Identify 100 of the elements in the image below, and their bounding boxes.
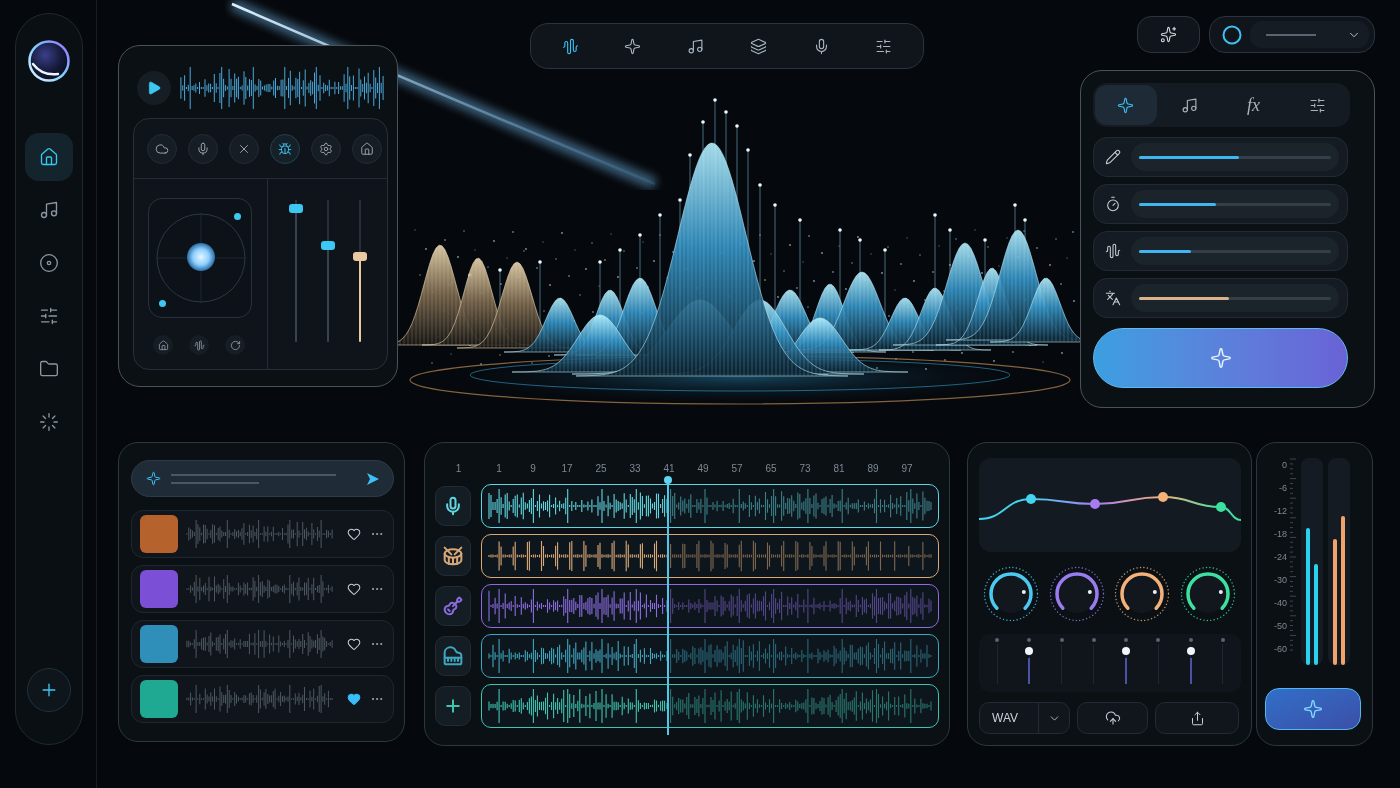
loader-icon: [39, 412, 59, 432]
upload-button[interactable]: [1077, 702, 1148, 734]
sparkle-icon: [146, 471, 161, 486]
format-select[interactable]: WAV: [979, 702, 1070, 734]
orb-logo: [28, 40, 70, 82]
sliders-icon: [1308, 96, 1326, 114]
xy-pad[interactable]: [148, 198, 252, 318]
scale-label: -60: [1274, 645, 1287, 654]
track-button[interactable]: [435, 686, 471, 726]
track-button[interactable]: [435, 536, 471, 576]
track-button[interactable]: [435, 486, 471, 526]
tool-button[interactable]: [311, 133, 341, 164]
audio-clip[interactable]: [481, 584, 939, 628]
fader-track[interactable]: [320, 200, 335, 342]
audio-clip[interactable]: [481, 484, 939, 528]
music-note-icon: [687, 37, 705, 55]
sparkle-icon: [1209, 347, 1232, 369]
magic-button[interactable]: [1137, 16, 1200, 53]
pad-tool-button[interactable]: [153, 335, 173, 355]
generate-button[interactable]: [1265, 688, 1361, 730]
ruler-label: 9: [529, 461, 537, 476]
sound-item[interactable]: [131, 620, 394, 668]
scale-label: -18: [1274, 530, 1287, 539]
audio-clip[interactable]: [481, 684, 939, 728]
timer-icon: [1105, 196, 1121, 212]
knob[interactable]: [1179, 566, 1236, 622]
scale-label: -50: [1274, 622, 1287, 631]
pad-handle[interactable]: [187, 243, 215, 271]
playhead-handle[interactable]: [664, 476, 673, 484]
add-button[interactable]: [27, 668, 71, 712]
ruler-label: 97: [900, 461, 914, 476]
fader-thumb[interactable]: [320, 241, 335, 251]
prompt-field[interactable]: [131, 460, 394, 497]
microphone-icon: [196, 141, 210, 156]
slider-track[interactable]: [1139, 249, 1331, 253]
dropdown[interactable]: [1209, 16, 1375, 53]
sound-item[interactable]: [131, 675, 394, 723]
disc-icon: [39, 253, 59, 273]
tool-button[interactable]: [188, 133, 218, 164]
pad-tool-button[interactable]: [225, 335, 245, 355]
ruler-label: 81: [832, 461, 846, 476]
folder-icon: [39, 359, 59, 379]
ruler-label: 1: [454, 461, 463, 476]
tool-button[interactable]: [270, 133, 300, 164]
ruler-label: 73: [798, 461, 812, 476]
scale-label: -30: [1274, 576, 1287, 585]
eq-node[interactable]: [1216, 502, 1226, 512]
play-button[interactable]: [137, 71, 171, 105]
track-button[interactable]: [435, 636, 471, 676]
sound-item[interactable]: [131, 510, 394, 558]
send-icon: [366, 471, 380, 486]
share-icon: [1189, 710, 1205, 726]
fader-thumb[interactable]: [352, 251, 367, 261]
eq-node[interactable]: [1090, 499, 1100, 509]
ruler-label: 65: [764, 461, 778, 476]
scale-label: -12: [1274, 507, 1287, 516]
tool-button[interactable]: [352, 133, 382, 164]
tab[interactable]: fx: [1222, 85, 1285, 125]
ruler-label: 33: [628, 461, 642, 476]
music-note-icon: [39, 200, 59, 220]
send-button[interactable]: [365, 470, 381, 487]
sliders-icon: [875, 37, 893, 55]
slider-track[interactable]: [1139, 296, 1331, 300]
fader-track[interactable]: [352, 200, 367, 342]
waveform-icon: [561, 37, 579, 55]
scale-label: -24: [1274, 553, 1287, 562]
slider-track[interactable]: [1139, 202, 1331, 206]
ruler-label: 17: [560, 461, 574, 476]
generate-button[interactable]: [1093, 328, 1348, 388]
knob[interactable]: [1114, 566, 1171, 622]
home-icon: [360, 141, 374, 156]
music-note-icon: [1181, 96, 1199, 114]
scale-label: -40: [1274, 599, 1287, 608]
placeholder-line: [1266, 33, 1316, 36]
tab[interactable]: [1095, 85, 1157, 125]
audio-clip[interactable]: [481, 534, 939, 578]
home-icon: [157, 339, 169, 351]
sound-item[interactable]: [131, 565, 394, 613]
audio-clip[interactable]: [481, 634, 939, 678]
ruler-label: 57: [730, 461, 744, 476]
eq-node[interactable]: [1026, 494, 1036, 504]
fader-track[interactable]: [288, 200, 303, 342]
knob[interactable]: [1048, 566, 1105, 622]
tool-button[interactable]: [147, 133, 177, 164]
pad-tool-button[interactable]: [189, 335, 209, 355]
fader-thumb[interactable]: [288, 204, 303, 213]
eq-node[interactable]: [1158, 492, 1168, 502]
sparkle-icon: [1117, 96, 1135, 114]
waveform-icon: [1105, 243, 1121, 259]
knob[interactable]: [983, 566, 1039, 622]
waveform-icon: [193, 339, 205, 351]
scale-label: -6: [1279, 484, 1287, 493]
bug-icon: [278, 141, 292, 156]
nav-button[interactable]: [25, 133, 73, 181]
track-button[interactable]: [435, 586, 471, 626]
slider-track[interactable]: [1139, 155, 1331, 159]
cloud-upload-icon: [1104, 710, 1121, 726]
cloud-icon: [155, 141, 169, 156]
sparkle-icon: [624, 37, 642, 55]
sparkle-icon: [1303, 699, 1323, 719]
